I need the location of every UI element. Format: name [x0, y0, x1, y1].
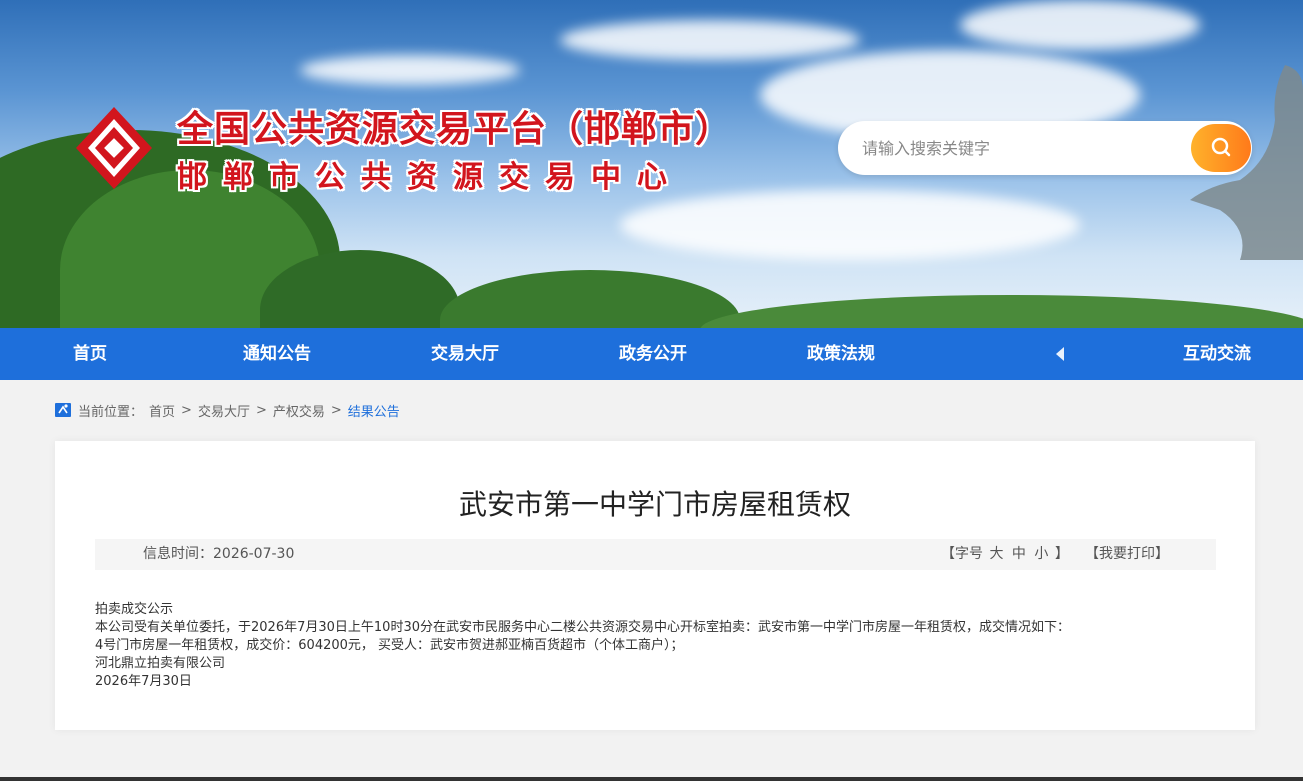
font-size-small-button[interactable]: 小 [1034, 546, 1048, 562]
article-body: 拍卖成交公示 本公司受有关单位委托，于2026年7月30日上午10时30分在武安… [95, 601, 1215, 691]
map-location-icon [55, 403, 71, 417]
breadcrumb-separator: > [330, 402, 342, 418]
breadcrumb-prefix: 当前位置： [78, 404, 144, 420]
cloud-decoration [300, 55, 520, 85]
font-size-label: 【字号 [941, 546, 983, 562]
search-box [838, 121, 1252, 175]
article-date: 信息时间：2026-07-30 [143, 546, 295, 562]
nav-item-home[interactable]: 首页 [73, 328, 107, 380]
breadcrumb-separator: > [181, 402, 192, 418]
article-meta-bar: 信息时间：2026-07-30 【字号 大 中 小 】 【我要打印】 [95, 539, 1216, 570]
tree-decoration [440, 270, 740, 328]
breadcrumb-result-notice[interactable]: 结果公告 [348, 401, 400, 420]
font-size-medium-button[interactable]: 中 [1012, 546, 1026, 562]
article-paragraph: 拍卖成交公示 [95, 602, 174, 617]
search-button[interactable] [1191, 124, 1251, 172]
site-title: 全国公共资源交易平台（邯郸市） [177, 109, 733, 150]
tree-decoration [700, 295, 1303, 328]
cloud-decoration [620, 190, 1080, 260]
article-title: 武安市第一中学门市房屋租赁权 [458, 488, 851, 521]
breadcrumb-home[interactable]: 首页 [149, 401, 175, 420]
article-paragraph: 2026年7月30日 [95, 674, 192, 689]
font-size-large-button[interactable]: 大 [989, 546, 1003, 562]
main-nav: 首页 通知公告 交易大厅 政务公开 政策法规 互动交流 [0, 328, 1303, 380]
font-size-label-close: 】 [1054, 546, 1069, 562]
nav-item-interaction[interactable]: 互动交流 [1183, 328, 1251, 380]
breadcrumb-trading-hall[interactable]: 交易大厅 [198, 401, 250, 420]
search-icon [1211, 137, 1231, 157]
search-input[interactable] [862, 121, 1182, 175]
breadcrumb: 当前位置： 首页 > 交易大厅 > 产权交易 > 结果公告 [54, 400, 406, 420]
site-subtitle: 邯郸市公共资源交易中心 [177, 160, 683, 195]
breadcrumb-separator: > [255, 402, 267, 418]
site-logo-icon [76, 107, 152, 189]
footer-divider [0, 777, 1303, 781]
nav-item-notices[interactable]: 通知公告 [243, 328, 311, 380]
nav-item-trading-hall[interactable]: 交易大厅 [431, 328, 499, 380]
nav-item-policies[interactable]: 政策法规 [807, 328, 875, 380]
font-size-controls: 【字号 大 中 小 】 [941, 539, 1069, 570]
cloud-decoration [960, 0, 1200, 50]
breadcrumb-property-trading[interactable]: 产权交易 [273, 401, 325, 420]
article-paragraph: 本公司受有关单位委托，于2026年7月30日上午10时30分在武安市民服务中心二… [95, 620, 1070, 635]
nav-item-government-affairs[interactable]: 政务公开 [619, 328, 687, 380]
cloud-decoration [560, 20, 860, 60]
header-banner: 全国公共资源交易平台（邯郸市） 邯郸市公共资源交易中心 [0, 0, 1303, 328]
article-paragraph: 河北鼎立拍卖有限公司 [95, 656, 226, 671]
chevron-left-icon[interactable] [1054, 346, 1066, 362]
article-card: 武安市第一中学门市房屋租赁权 信息时间：2026-07-30 【字号 大 中 小… [55, 441, 1255, 730]
article-paragraph: 4号门市房屋一年租赁权，成交价：604200元， 买受人：武安市贺进郝亚楠百货超… [95, 638, 684, 653]
print-button[interactable]: 【我要打印】 [1085, 539, 1169, 570]
